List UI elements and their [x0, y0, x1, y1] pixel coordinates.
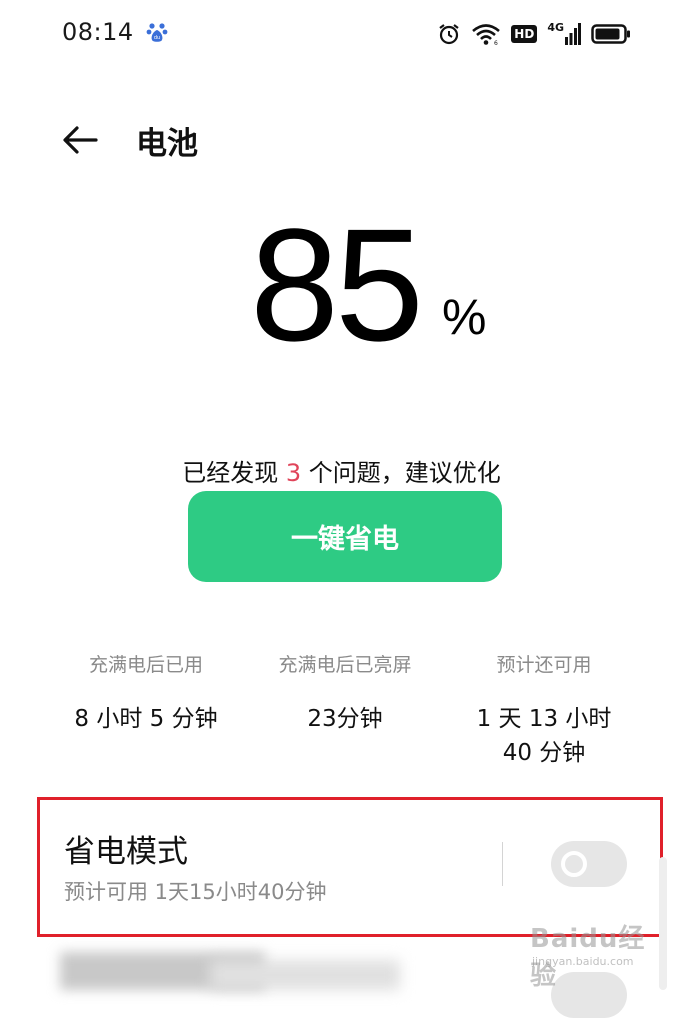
hd-icon: HD [511, 25, 538, 43]
scrollbar[interactable] [659, 857, 667, 990]
issues-summary: 已经发现 3 个问题，建议优化 [0, 453, 683, 488]
arrow-left-icon [63, 126, 98, 154]
issues-suffix: 个问题，建议优化 [308, 459, 501, 487]
stat-value: 8 小时 5 分钟 [74, 706, 218, 732]
blurred-setting-row [60, 952, 404, 990]
percent-sign: % [442, 289, 487, 345]
blurred-text [210, 960, 400, 990]
signal-4g-icon: 4G [547, 22, 581, 46]
status-icons: 6 HD 4G [437, 20, 631, 48]
alarm-icon [437, 22, 461, 46]
power-saving-mode-estimate: 预计可用 1天15小时40分钟 [64, 880, 327, 904]
stat-label: 充满电后已用 [88, 654, 203, 676]
toggle-knob [561, 851, 587, 877]
one-tap-save-button[interactable]: 一键省电 [188, 491, 502, 582]
power-saving-mode-title: 省电模式 [64, 834, 188, 870]
svg-text:6: 6 [494, 40, 498, 46]
stat-screen-on-since-full: 充满电后已亮屏 23分钟 [235, 650, 455, 736]
stat-label: 预计还可用 [496, 654, 592, 676]
baidu-paw-icon: du [146, 23, 168, 42]
page-title: 电池 [136, 126, 198, 162]
issues-prefix: 已经发现 [182, 459, 279, 487]
back-button[interactable] [60, 122, 100, 158]
stat-estimated-remaining: 预计还可用 1 天 13 小时 40 分钟 [434, 650, 654, 770]
issues-count: 3 [285, 459, 302, 487]
stat-value: 1 天 13 小时 40 分钟 [476, 706, 612, 766]
stat-value: 23分钟 [307, 706, 383, 732]
divider [502, 842, 503, 886]
status-time: 08:14 [62, 18, 134, 46]
svg-text:du: du [154, 35, 160, 41]
stat-label: 充满电后已亮屏 [278, 654, 412, 676]
next-row-toggle[interactable] [551, 972, 627, 1018]
stat-used-since-full: 充满电后已用 8 小时 5 分钟 [36, 650, 256, 736]
watermark-url: jingyan.baidu.com [532, 955, 634, 968]
wifi-icon: 6 [471, 22, 501, 46]
power-saving-mode-toggle[interactable] [551, 841, 627, 887]
battery-percent: 85 [250, 195, 424, 374]
battery-icon [591, 23, 631, 45]
